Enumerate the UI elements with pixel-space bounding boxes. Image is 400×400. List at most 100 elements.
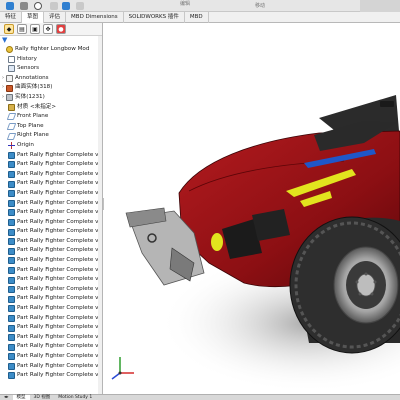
tree-item-front-plane[interactable]: Front Plane — [0, 112, 102, 122]
tab-mbd[interactable]: MBD — [185, 12, 209, 23]
headlight-lens — [211, 233, 223, 251]
tree-item-part[interactable]: Part Rally Fighter Complete v2 — [0, 246, 102, 256]
tree-item-part[interactable]: Part Rally Fighter Complete v2 — [0, 160, 102, 170]
tree-item-label: Part Rally Fighter Complete v2 — [17, 151, 102, 158]
graphics-viewport[interactable] — [104, 23, 400, 394]
part-body-icon — [8, 209, 15, 217]
tree-item-top-plane[interactable]: Top Plane — [0, 122, 102, 132]
tree-item-label: Part Rally Fighter Complete v2 — [17, 228, 102, 235]
car-model-render[interactable] — [104, 23, 400, 394]
tree-item-part[interactable]: Part Rally Fighter Complete v2 — [0, 371, 102, 381]
tree-item-solid-bodies[interactable]: › 实体(1231) — [0, 93, 102, 103]
command-manager-tabs: 特征 草图 评估 MBD Dimensions SOLIDWORKS 插件 MB… — [0, 12, 400, 23]
tree-item-part[interactable]: Part Rally Fighter Complete v2 — [0, 227, 102, 237]
tree-item-label: Part Rally Fighter Complete v2 — [17, 314, 102, 321]
panel-scrollbar[interactable] — [98, 36, 102, 394]
part-body-icon — [8, 276, 15, 284]
tree-item-part[interactable]: Part Rally Fighter Complete v2 — [0, 352, 102, 362]
history-icon — [8, 55, 15, 63]
lug-nut — [370, 292, 374, 296]
tree-item-part[interactable]: Part Rally Fighter Complete v2 — [0, 256, 102, 266]
tree-item-label: Part Rally Fighter Complete v2 — [17, 305, 102, 312]
smart-dimension-icon[interactable] — [20, 2, 28, 10]
tree-item-label: Front Plane — [17, 113, 49, 120]
arc-icon[interactable] — [62, 2, 70, 10]
plane-icon — [6, 132, 17, 140]
tree-item-history[interactable]: History — [0, 55, 102, 65]
tab-motion-study[interactable]: Motion Study 1 — [54, 395, 96, 400]
toolbar-edit-label[interactable]: 编辑 — [180, 0, 190, 7]
part-body-icon — [8, 151, 15, 159]
tree-item-material[interactable]: 材质 <未指定> — [0, 103, 102, 113]
tree-item-label: Part Rally Fighter Complete v2 — [17, 180, 102, 187]
part-body-icon — [8, 190, 15, 198]
tree-item-part[interactable]: Part Rally Fighter Complete v2 — [0, 275, 102, 285]
tree-item-part[interactable]: Part Rally Fighter Complete v2 — [0, 218, 102, 228]
tab-3d-views[interactable]: 3D 视图 — [30, 395, 55, 400]
tree-item-label: 材质 <未指定> — [17, 103, 57, 110]
tree-item-part[interactable]: Part Rally Fighter Complete v2 — [0, 323, 102, 333]
tree-item-part[interactable]: Part Rally Fighter Complete v2 — [0, 237, 102, 247]
tree-item-part[interactable]: Part Rally Fighter Complete v2 — [0, 362, 102, 372]
part-body-icon — [8, 218, 15, 226]
feature-tree-tab-icon[interactable]: ◆ — [4, 24, 14, 34]
tab-model[interactable]: 模型 — [12, 395, 30, 400]
panel-tabs: ◆ ▤ ▣ ✥ ● — [0, 23, 102, 36]
tree-item-part[interactable]: Part Rally Fighter Complete v2 — [0, 304, 102, 314]
tree-item-surface-bodies[interactable]: › 曲面实体(318) — [0, 83, 102, 93]
material-icon — [8, 103, 15, 111]
tree-item-part[interactable]: Part Rally Fighter Complete v2 — [0, 342, 102, 352]
sketch-icon[interactable] — [6, 2, 14, 10]
line-icon[interactable] — [50, 2, 58, 10]
tab-features[interactable]: 特征 — [0, 12, 23, 23]
tree-root-label: Rally fighter Longbow Mod — [15, 46, 90, 52]
tree-item-part[interactable]: Part Rally Fighter Complete v2 — [0, 285, 102, 295]
top-toolbar: 编辑 移动 — [0, 0, 400, 12]
tree-item-part[interactable]: Part Rally Fighter Complete v2 — [0, 208, 102, 218]
tree-item-label: History — [17, 55, 37, 62]
tree-item-origin[interactable]: Origin — [0, 141, 102, 151]
tree-item-part[interactable]: Part Rally Fighter Complete v2 — [0, 179, 102, 189]
toolbar-move-label[interactable]: 移动 — [255, 2, 265, 9]
tree-item-sensors[interactable]: Sensors — [0, 64, 102, 74]
filter-icon[interactable]: ▼ — [2, 36, 7, 44]
tree-item-part[interactable]: Part Rally Fighter Complete v2 — [0, 170, 102, 180]
lug-nut — [358, 292, 362, 296]
tree-item-label: 曲面实体(318) — [15, 84, 53, 91]
plane-icon — [6, 113, 17, 121]
tree-item-part[interactable]: Part Rally Fighter Complete v2 — [0, 314, 102, 324]
tree-item-label: Origin — [17, 141, 34, 148]
tab-mbd-dimensions[interactable]: MBD Dimensions — [66, 12, 124, 23]
circle-icon[interactable] — [34, 2, 42, 10]
tree-item-label: Part Rally Fighter Complete v2 — [17, 218, 102, 225]
spline-icon[interactable] — [76, 2, 84, 10]
property-manager-tab-icon[interactable]: ▤ — [17, 24, 27, 34]
plane-icon — [6, 123, 17, 131]
tab-solidworks-addins[interactable]: SOLIDWORKS 插件 — [124, 12, 185, 23]
tree-item-part[interactable]: Part Rally Fighter Complete v2 — [0, 333, 102, 343]
bottom-nav-icon[interactable]: ◂▸ — [0, 395, 13, 400]
sensors-icon — [8, 65, 15, 73]
tree-item-label: Part Rally Fighter Complete v2 — [17, 199, 102, 206]
dimxpert-tab-icon[interactable]: ✥ — [43, 24, 53, 34]
view-triad[interactable] — [111, 357, 134, 380]
tree-item-right-plane[interactable]: Right Plane — [0, 131, 102, 141]
tab-sketch[interactable]: 草图 — [22, 12, 45, 23]
tree-item-part[interactable]: Part Rally Fighter Complete v2 — [0, 199, 102, 209]
tree-item-label: Annotations — [15, 74, 49, 81]
tree-item-label: Part Rally Fighter Complete v2 — [17, 343, 102, 350]
tree-item-label: 实体(1231) — [15, 93, 45, 100]
tree-item-annotations[interactable]: › Annotations — [0, 74, 102, 84]
tree-root[interactable]: Rally fighter Longbow Mod — [0, 45, 102, 55]
tree-item-part[interactable]: Part Rally Fighter Complete v2 — [0, 266, 102, 276]
surface-bodies-icon — [6, 84, 13, 92]
tree-item-part[interactable]: Part Rally Fighter Complete v2 — [0, 151, 102, 161]
parts-list: Part Rally Fighter Complete v2 Part Rally… — [0, 151, 102, 381]
part-body-icon — [8, 238, 15, 246]
tab-evaluate[interactable]: 评估 — [44, 12, 67, 23]
tree-item-part[interactable]: Part Rally Fighter Complete v2 — [0, 189, 102, 199]
lug-nut — [355, 280, 359, 284]
display-manager-tab-icon[interactable]: ● — [56, 24, 66, 34]
tree-item-part[interactable]: Part Rally Fighter Complete v2 — [0, 294, 102, 304]
configuration-tab-icon[interactable]: ▣ — [30, 24, 40, 34]
